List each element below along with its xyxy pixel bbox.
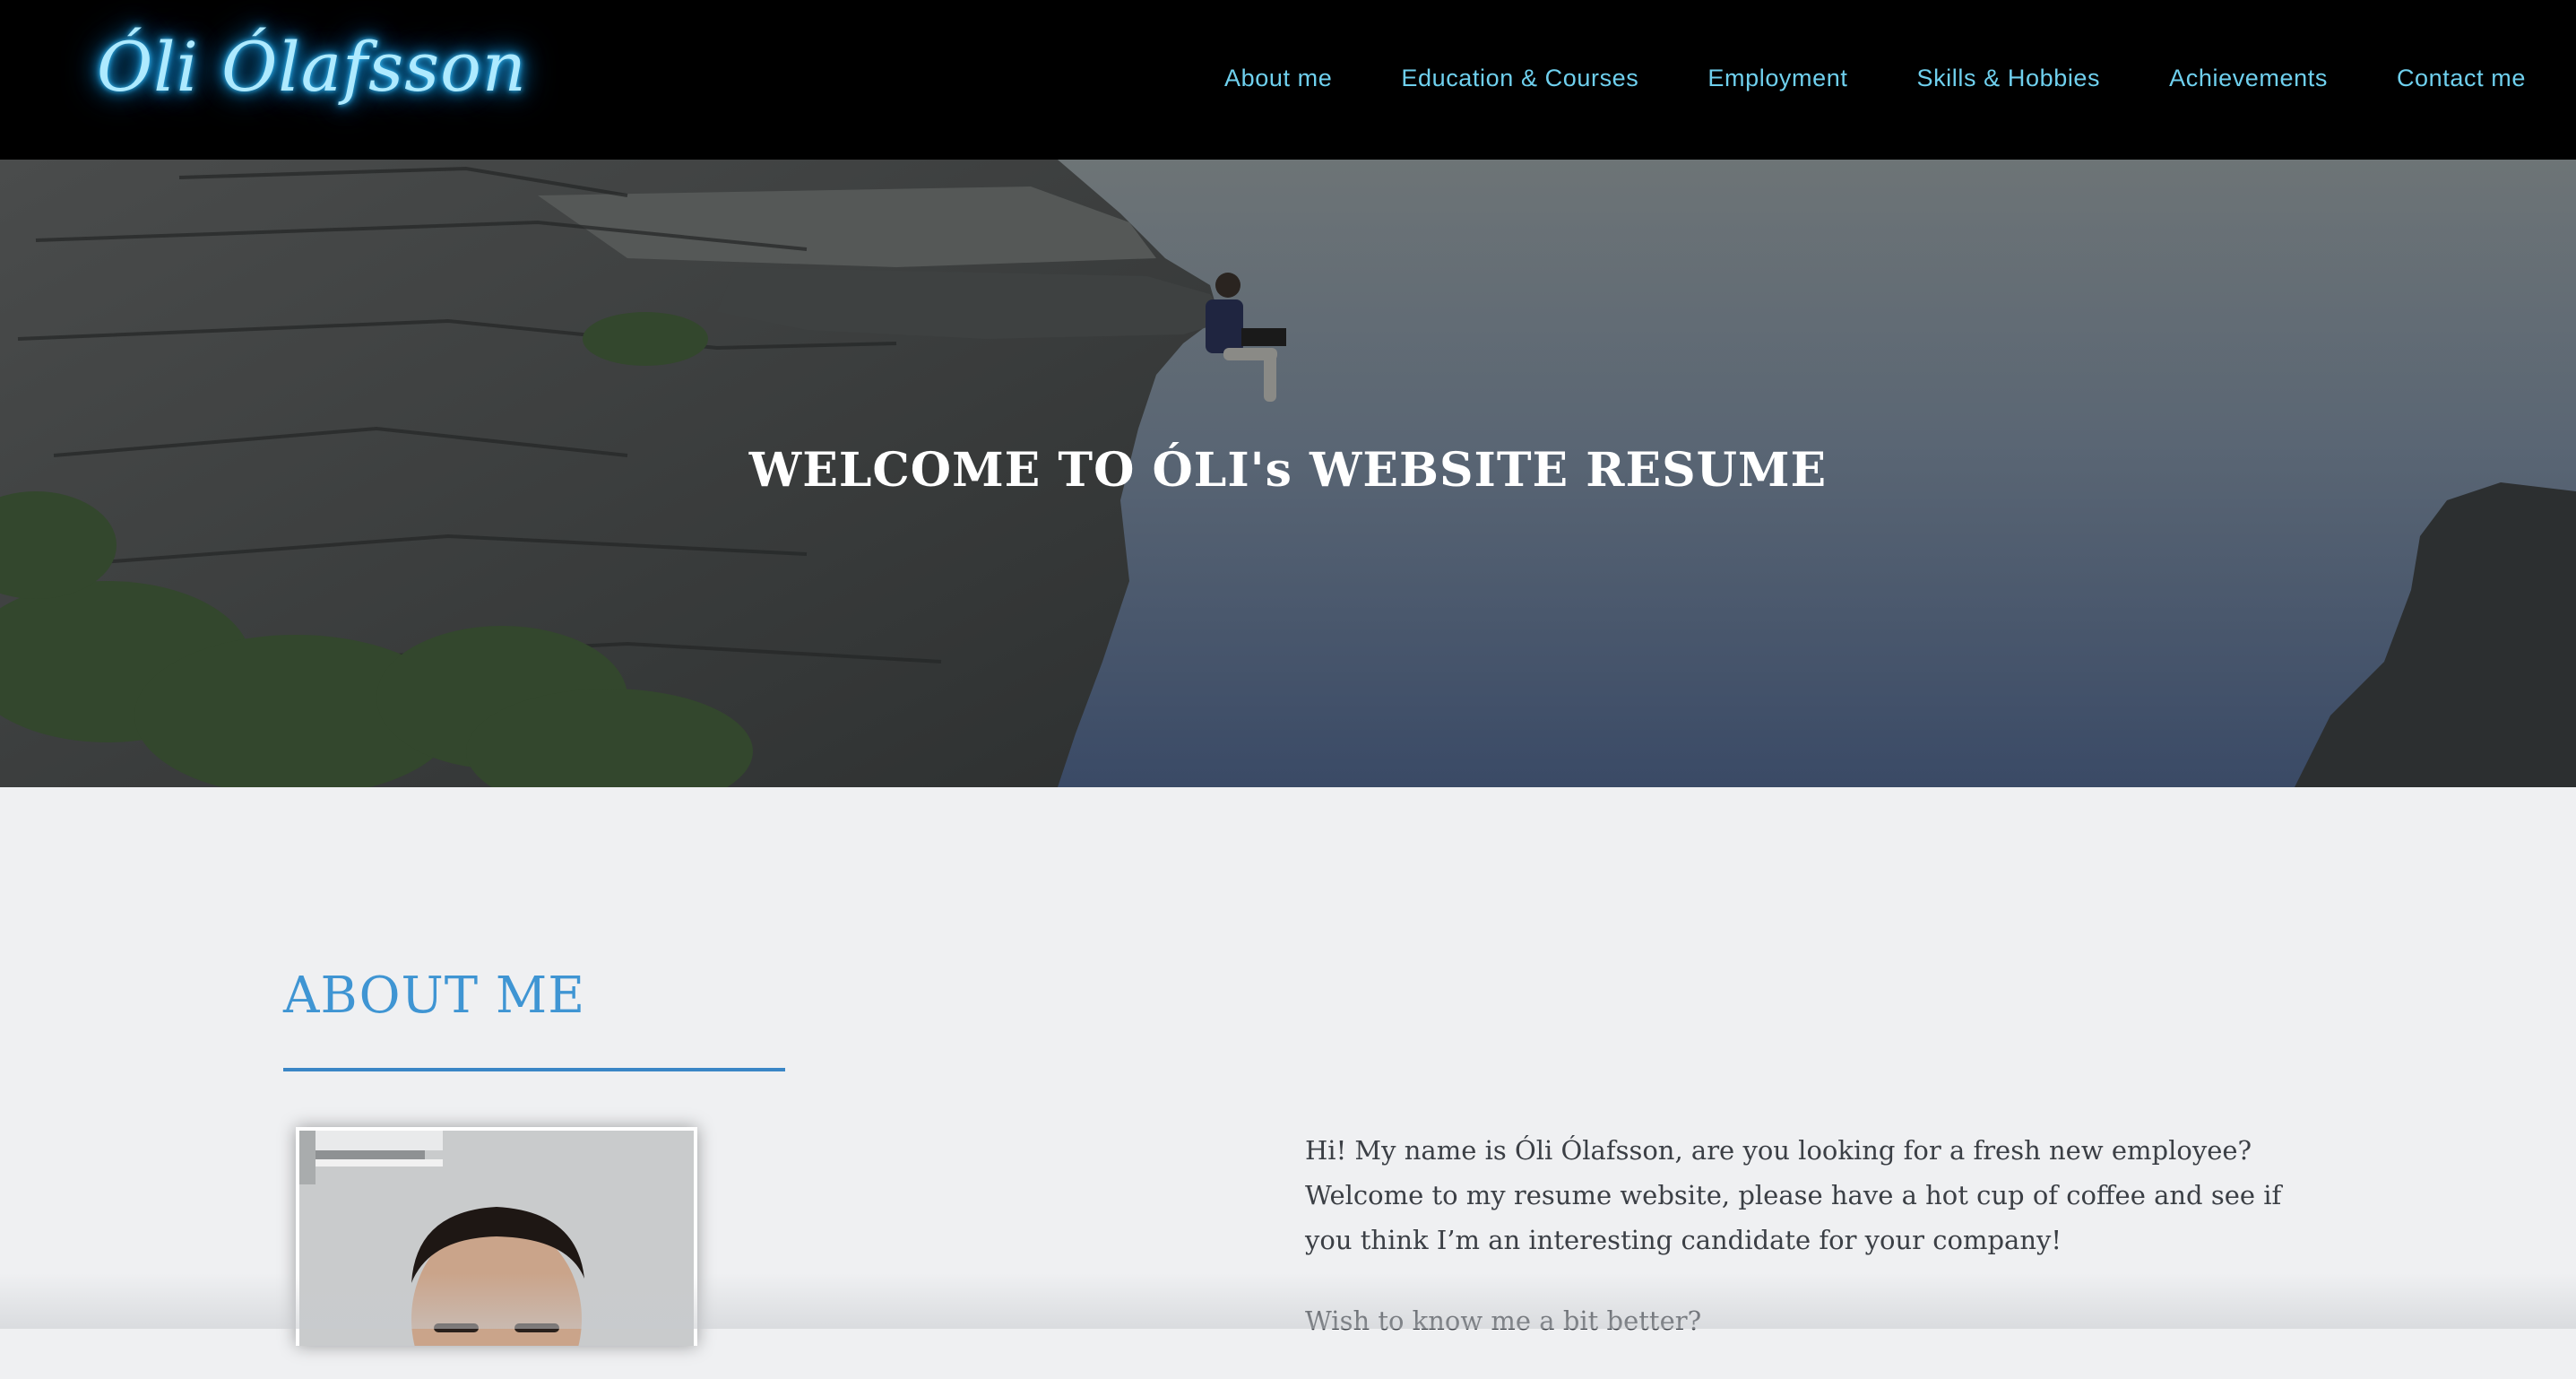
hero-banner: WELCOME TO ÓLI's WEBSITE RESUME [0,160,2576,787]
about-heading-divider [283,1068,785,1071]
nav-about-me[interactable]: About me [1224,65,1332,92]
profile-photo-image [299,1131,694,1346]
main-nav: About me Education & Courses Employment … [1155,54,2526,102]
nav-achievements[interactable]: Achievements [2169,65,2328,92]
about-paragraph-intro: Hi! My name is Óli Ólafsson, are you loo… [1305,1135,2282,1255]
nav-skills-hobbies[interactable]: Skills & Hobbies [1916,65,2100,92]
about-paragraph-more: Wish to know me a bit better? [1305,1305,1702,1336]
site-logo[interactable]: Óli Ólafsson [97,18,527,117]
about-text: Hi! My name is Óli Ólafsson, are you loo… [1305,1128,2300,1379]
site-header: Óli Ólafsson About me Education & Course… [0,0,2576,160]
profile-photo [296,1127,697,1346]
about-heading: ABOUT ME [283,967,586,1025]
nav-contact-me[interactable]: Contact me [2397,65,2526,92]
nav-education-courses[interactable]: Education & Courses [1401,65,1638,92]
nav-employment[interactable]: Employment [1707,65,1847,92]
hero-title: WELCOME TO ÓLI's WEBSITE RESUME [748,443,1828,498]
